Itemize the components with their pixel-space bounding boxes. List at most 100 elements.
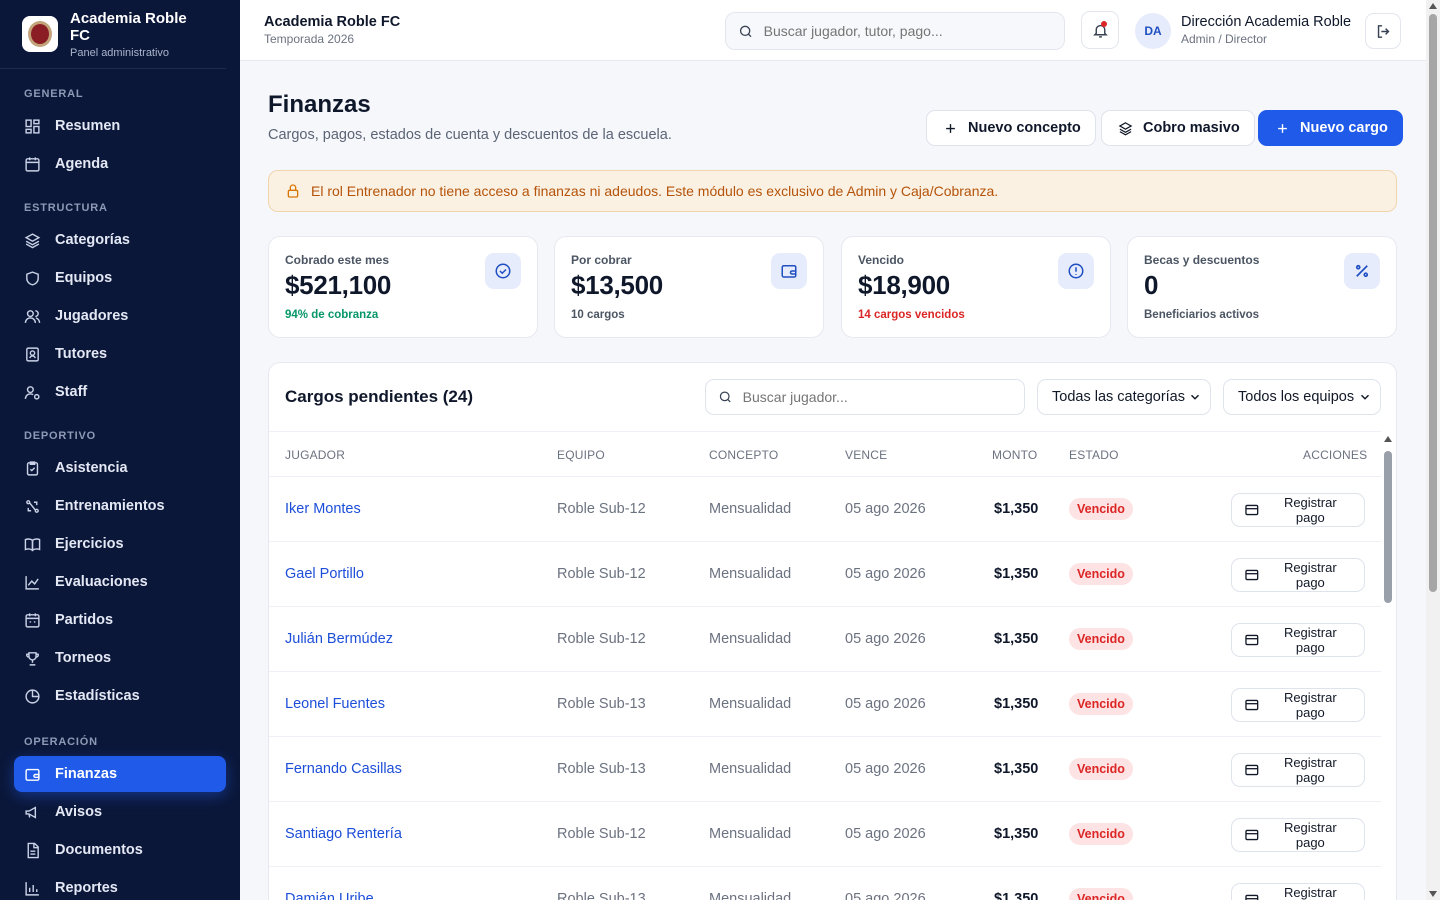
sidebar-item-label: Asistencia (55, 460, 128, 476)
due-date-cell: 05 ago 2026 (845, 826, 926, 842)
sidebar-item-reportes[interactable]: Reportes (0, 870, 226, 900)
column-header-amount[interactable]: MONTO (992, 448, 1037, 462)
player-search[interactable] (705, 379, 1025, 415)
team-cell: Roble Sub-12 (557, 631, 646, 647)
sidebar-item-label: Equipos (55, 270, 113, 286)
sidebar-item-evaluaciones[interactable]: Evaluaciones (0, 564, 226, 600)
scroll-up-arrow[interactable] (1384, 436, 1392, 442)
stat-note: 94% de cobranza (285, 309, 379, 321)
new-charge-button[interactable]: Nuevo cargo (1258, 110, 1403, 146)
sidebar-item-ejercicios[interactable]: Ejercicios (0, 526, 226, 562)
amount-cell: $1,350 (994, 761, 1039, 777)
sidebar-item-equipos[interactable]: Equipos (0, 260, 226, 296)
credit-card-icon (1245, 829, 1259, 841)
register-payment-button[interactable]: Registrar pago (1231, 818, 1365, 852)
sidebar-item-partidos[interactable]: Partidos (0, 602, 226, 638)
percent-icon (1344, 253, 1380, 289)
amount-cell: $1,350 (994, 501, 1039, 517)
table-scrollbar[interactable] (1380, 433, 1396, 900)
logout-button[interactable] (1365, 13, 1401, 49)
player-name-link[interactable]: Leonel Fuentes (285, 696, 385, 712)
team-cell: Roble Sub-12 (557, 826, 646, 842)
sidebar-item-categorias[interactable]: Categorías (0, 222, 226, 258)
concept-cell: Mensualidad (709, 761, 792, 777)
notifications-button[interactable] (1081, 11, 1119, 49)
bulk-charge-button[interactable]: Cobro masivo (1101, 110, 1255, 146)
team-cell: Roble Sub-13 (557, 761, 646, 777)
sidebar-item-resumen[interactable]: Resumen (0, 108, 226, 144)
sidebar-item-label: Finanzas (55, 766, 118, 782)
player-name-link[interactable]: Iker Montes (285, 501, 361, 517)
window-scrollbar-thumb[interactable] (1429, 14, 1437, 592)
register-payment-label: Registrar pago (1283, 820, 1337, 850)
sidebar-item-label: Reportes (55, 880, 118, 896)
sidebar-item-label: Torneos (55, 650, 112, 666)
credit-card-icon (1245, 894, 1259, 900)
clipboard-check-icon (26, 460, 39, 476)
column-header-actions: ACCIONES (1303, 448, 1368, 462)
stat-note: 14 cargos vencidos (858, 309, 965, 321)
sidebar-item-documentos[interactable]: Documentos (0, 832, 226, 868)
table-row: Julián Bermúdez Roble Sub-12 Mensualidad… (269, 607, 1381, 672)
table-row: Leonel Fuentes Roble Sub-13 Mensualidad … (269, 672, 1381, 737)
player-name-link[interactable]: Santiago Rentería (285, 826, 402, 842)
player-name-link[interactable]: Damián Uribe (285, 891, 374, 900)
layers-icon (24, 232, 41, 248)
chevron-down-icon (1190, 394, 1200, 400)
column-header-team[interactable]: EQUIPO (557, 448, 605, 462)
register-payment-button[interactable]: Registrar pago (1231, 883, 1365, 900)
column-header-due[interactable]: VENCE (845, 448, 887, 462)
table-row: Damián Uribe Roble Sub-13 Mensualidad 05… (269, 867, 1381, 900)
sidebar-item-tutores[interactable]: Tutores (0, 336, 226, 372)
player-name-link[interactable]: Julián Bermúdez (285, 631, 393, 647)
sidebar-item-finanzas[interactable]: Finanzas (14, 756, 226, 792)
category-filter-select[interactable]: Todas las categorías (1037, 379, 1211, 415)
due-date-cell: 05 ago 2026 (845, 631, 926, 647)
register-payment-button[interactable]: Registrar pago (1231, 493, 1365, 527)
new-concept-button[interactable]: Nuevo concepto (926, 110, 1096, 146)
dashboard-icon (25, 118, 40, 134)
player-name-link[interactable]: Gael Portillo (285, 566, 364, 582)
register-payment-label: Registrar pago (1283, 560, 1337, 590)
avatar[interactable]: DA (1135, 13, 1171, 49)
column-header-player[interactable]: JUGADOR (285, 448, 345, 462)
register-payment-button[interactable]: Registrar pago (1231, 688, 1365, 722)
column-header-concept[interactable]: CONCEPTO (709, 448, 778, 462)
user-info[interactable]: Dirección Academia Roble Admin / Directo… (1181, 14, 1351, 46)
amount-cell: $1,350 (994, 631, 1039, 647)
line-chart-icon (25, 575, 39, 590)
player-name-link[interactable]: Fernando Casillas (285, 761, 402, 777)
page-title: Finanzas (268, 91, 371, 118)
plus-icon (946, 123, 955, 133)
sidebar-item-entrenamientos[interactable]: Entrenamientos (0, 488, 226, 524)
due-date-cell: 05 ago 2026 (845, 501, 926, 517)
sidebar-item-agenda[interactable]: Agenda (0, 146, 226, 182)
nav-section-deportivo: DEPORTIVO (24, 430, 96, 442)
table-row: Iker Montes Roble Sub-12 Mensualidad 05 … (269, 477, 1381, 542)
sidebar-item-asistencia[interactable]: Asistencia (0, 450, 226, 486)
window-scroll-down-arrow[interactable] (1429, 891, 1437, 897)
window-scrollbar[interactable] (1426, 0, 1440, 900)
user-cog-icon (24, 385, 40, 400)
sidebar-item-estadisticas[interactable]: Estadísticas (0, 678, 226, 714)
window-scroll-up-arrow[interactable] (1429, 3, 1437, 9)
player-search-input[interactable] (742, 389, 1012, 405)
sidebar-item-staff[interactable]: Staff (0, 374, 226, 410)
sidebar-item-avisos[interactable]: Avisos (0, 794, 226, 830)
table-header: JUGADOR EQUIPO CONCEPTO VENCE MONTO ESTA… (269, 431, 1381, 477)
due-date-cell: 05 ago 2026 (845, 566, 926, 582)
sidebar-item-torneos[interactable]: Torneos (0, 640, 226, 676)
register-payment-label: Registrar pago (1283, 755, 1337, 785)
register-payment-button[interactable]: Registrar pago (1231, 623, 1365, 657)
topbar: Academia Roble FC Temporada 2026 DA Dire… (240, 0, 1426, 61)
sidebar-item-jugadores[interactable]: Jugadores (0, 298, 226, 334)
register-payment-button[interactable]: Registrar pago (1231, 753, 1365, 787)
global-search-input[interactable] (763, 23, 1052, 39)
contact-icon (26, 346, 39, 362)
team-filter-select[interactable]: Todos los equipos (1223, 379, 1381, 415)
register-payment-button[interactable]: Registrar pago (1231, 558, 1365, 592)
global-search[interactable] (725, 12, 1065, 50)
notification-dot (1101, 21, 1107, 27)
column-header-status[interactable]: ESTADO (1069, 448, 1119, 462)
table-scrollbar-thumb[interactable] (1384, 451, 1392, 603)
